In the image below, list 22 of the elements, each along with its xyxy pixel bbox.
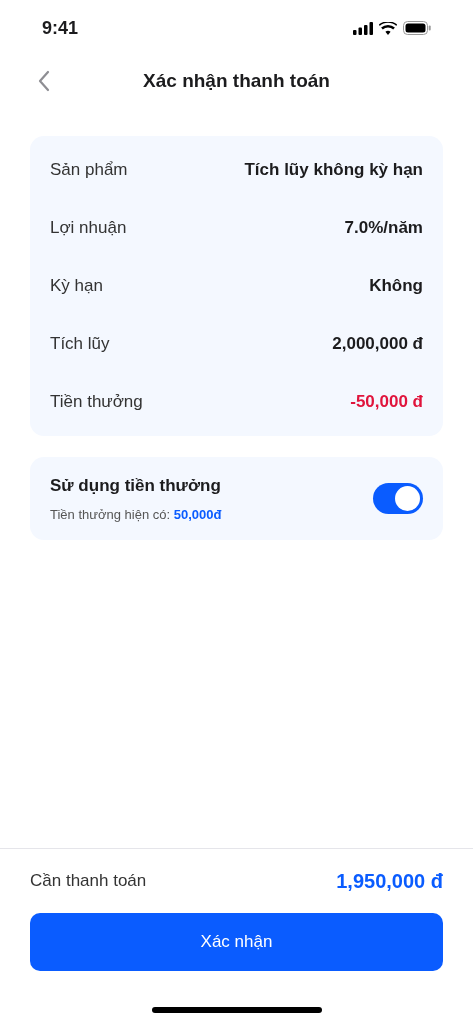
screen-title: Xác nhận thanh toán (143, 68, 330, 93)
detail-value: Không (369, 275, 423, 298)
battery-icon (403, 21, 431, 35)
detail-value: 2,000,000 đ (332, 333, 423, 356)
bonus-available-text: Tiền thưởng hiện có: 50,000đ (50, 505, 222, 524)
detail-label: Kỳ hạn (50, 275, 103, 298)
detail-label: Tích lũy (50, 333, 110, 356)
detail-value: 7.0%/năm (344, 217, 423, 240)
detail-label: Lợi nhuận (50, 217, 127, 240)
detail-label: Sản phẩm (50, 159, 128, 182)
confirm-button[interactable]: Xác nhận (30, 913, 443, 971)
bonus-title: Sử dụng tiền thưởng (50, 475, 222, 497)
total-amount: 1,950,000 đ (336, 869, 443, 894)
total-label: Cần thanh toán (30, 870, 147, 893)
bonus-toggle[interactable] (373, 483, 423, 514)
signal-icon (353, 21, 373, 35)
back-chevron-icon (38, 70, 50, 92)
wifi-icon (379, 21, 397, 35)
status-time: 9:41 (42, 16, 79, 40)
detail-label: Tiền thưởng (50, 391, 143, 414)
detail-value: Tích lũy không kỳ hạn (244, 159, 423, 182)
detail-value: -50,000 đ (350, 391, 423, 414)
